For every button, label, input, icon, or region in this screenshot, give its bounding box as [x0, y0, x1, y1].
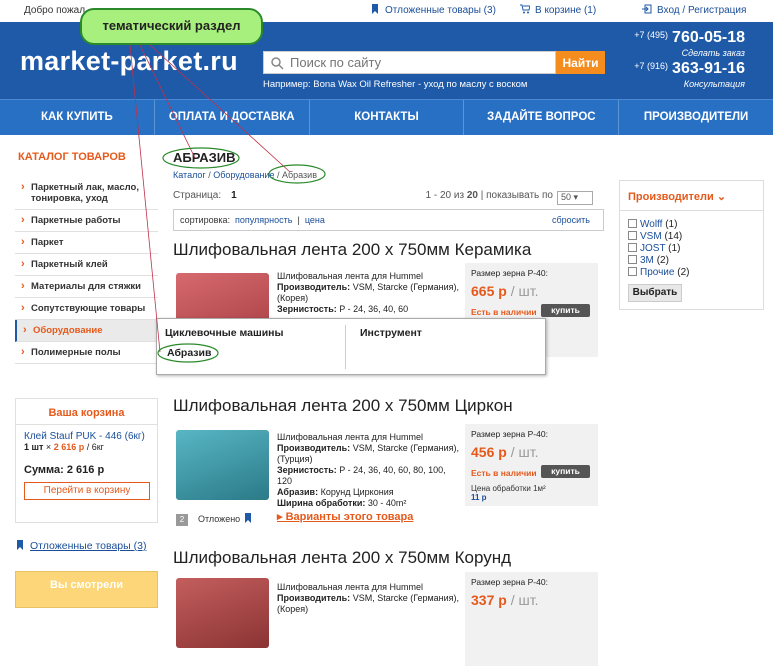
nav-manufacturers[interactable]: ПРОИЗВОДИТЕЛИ [619, 100, 773, 135]
checkbox[interactable] [628, 219, 637, 228]
sidebar-item-glue[interactable]: Паркетный клей [15, 254, 158, 276]
viewed-widget: Вы смотрели [15, 571, 158, 608]
per-page-select[interactable]: 50 ▾ [557, 191, 593, 205]
cart-icon [520, 4, 530, 14]
page-title: АБРАЗИВ [173, 150, 236, 165]
search-example: Например: Bona Wax Oil Refresher - уход … [263, 79, 528, 90]
cart-sum: Сумма: 2 616 р [24, 464, 105, 476]
checkbox[interactable] [628, 255, 637, 264]
cart-widget: Ваша корзина Клей Stauf PUK - 446 (6кг) … [15, 398, 158, 523]
apply-filter-button[interactable]: Выбрать [628, 284, 682, 302]
bookmark-icon [17, 540, 23, 550]
product-image[interactable] [176, 578, 269, 648]
filter-item-jost[interactable]: JOST (1) [628, 243, 763, 255]
search-icon [271, 57, 284, 70]
favorites-link[interactable]: Отложенные товары (3) [370, 4, 496, 16]
bookmark-icon [244, 513, 251, 523]
divider [345, 325, 346, 369]
sort-reset[interactable]: сбросить [552, 215, 590, 225]
filter-item-vsm[interactable]: VSM (14) [628, 231, 763, 243]
greeting-text: Добро пожал [24, 5, 86, 16]
breadcrumb-catalog[interactable]: Каталог [173, 170, 206, 180]
product-desc: Шлифовальная лента для Hummel Производит… [277, 582, 460, 614]
login-icon [642, 4, 652, 14]
sort-bar: сортировка: популярность | цена сбросить [173, 209, 604, 231]
product-card: Шлифовальная лента 200 х 750мм Циркон Шл… [173, 396, 604, 526]
sort-price[interactable]: цена [305, 215, 325, 225]
sidebar-item-parquet[interactable]: Паркет [15, 232, 158, 254]
sidebar-item-lacquer[interactable]: Паркетный лак, масло, тонировка, уход [15, 177, 158, 210]
breadcrumb-current: Абразив [281, 170, 317, 180]
equipment-dropdown: Циклевочные машины Инструмент Абразив [156, 318, 546, 375]
dropdown-item-abrasive[interactable]: Абразив [167, 347, 211, 359]
product-desc: Шлифовальная лента для Hummel Производит… [277, 432, 462, 523]
cart-title: Ваша корзина [16, 399, 157, 425]
phone-order: +7 (495) 760-05-18 Сделать заказ [634, 29, 745, 58]
manufacturer-filter-title[interactable]: Производители ⌄ [620, 181, 763, 211]
price-box: Размер зерна P-40: 456 р / шт. Есть в на… [465, 424, 598, 506]
cart-link[interactable]: В корзине (1) [520, 4, 596, 16]
cart-item-qty: 1 шт × 2 616 р / 6кг [24, 442, 104, 452]
checkbox[interactable] [628, 267, 637, 276]
filter-item-3m[interactable]: 3M (2) [628, 255, 763, 267]
page-number[interactable]: 1 [231, 190, 237, 201]
breadcrumb-equipment[interactable]: Оборудование [213, 170, 274, 180]
bookmark-icon [372, 4, 378, 14]
search-button[interactable]: Найти [556, 51, 605, 74]
chevron-down-icon: ⌄ [716, 191, 727, 203]
product-desc: Шлифовальная лента для Hummel Производит… [277, 271, 460, 314]
catalog-title: КАТАЛОГ ТОВАРОВ [18, 151, 126, 163]
product-title[interactable]: Шлифовальная лента 200 х 750мм Циркон [173, 396, 604, 420]
sidebar-item-screed[interactable]: Материалы для стяжки [15, 276, 158, 298]
sort-popularity[interactable]: популярность [235, 215, 292, 225]
breadcrumb: Каталог / Оборудование / Абразив [173, 170, 317, 180]
processing-price: Цена обработки 1м² 11 р [471, 484, 546, 502]
deferred-count: 2 [176, 514, 188, 526]
availability: Есть в наличии [471, 307, 537, 317]
availability: Есть в наличии [471, 468, 537, 478]
deferred-link[interactable]: Отложено [198, 514, 240, 524]
nav-payment-delivery[interactable]: ОПЛАТА И ДОСТАВКА [155, 100, 310, 135]
checkbox[interactable] [628, 243, 637, 252]
nav-ask-question[interactable]: ЗАДАЙТЕ ВОПРОС [464, 100, 620, 135]
product-title[interactable]: Шлифовальная лента 200 х 750мм Корунд [173, 548, 604, 572]
sidebar-favorites-link[interactable]: Отложенные товары (3) [15, 540, 146, 552]
filter-item-wolff[interactable]: Wolff (1) [628, 219, 763, 231]
phone-consult: +7 (916) 363-91-16 Консультация [634, 60, 745, 89]
catalog-sidebar: Паркетный лак, масло, тонировка, уход Па… [15, 177, 158, 364]
search-input[interactable] [290, 54, 550, 71]
nav-contacts[interactable]: КОНТАКТЫ [310, 100, 465, 135]
sidebar-item-related[interactable]: Сопутствующие товары [15, 298, 158, 320]
product-card: Шлифовальная лента 200 х 750мм Корунд Шл… [173, 548, 604, 666]
annotation-callout: тематический раздел [80, 8, 263, 45]
login-link[interactable]: Вход / Регистрация [642, 4, 746, 16]
sidebar-item-equipment[interactable]: Оборудование [15, 320, 158, 342]
price-box: Размер зерна P-40: 337 р / шт. [465, 572, 598, 666]
buy-button[interactable]: купить [541, 304, 590, 317]
nav-how-to-buy[interactable]: КАК КУПИТЬ [0, 100, 155, 135]
product-title[interactable]: Шлифовальная лента 200 х 750мм Керамика [173, 240, 604, 264]
product-card: Шлифовальная лента 200 х 750мм Керамика … [173, 240, 604, 357]
cart-item-link[interactable]: Клей Stauf PUK - 446 (6кг) [24, 431, 145, 442]
search-box[interactable] [263, 51, 556, 74]
sidebar-item-polymer[interactable]: Полимерные полы [15, 342, 158, 364]
checkbox[interactable] [628, 231, 637, 240]
dropdown-item-machines[interactable]: Циклевочные машины [165, 327, 284, 339]
filter-item-other[interactable]: Прочие (2) [628, 267, 763, 279]
manufacturer-filter: Производители ⌄ Wolff (1) VSM (14) JOST … [619, 180, 764, 310]
go-to-cart-button[interactable]: Перейти в корзину [24, 482, 150, 500]
main-nav: КАК КУПИТЬ ОПЛАТА И ДОСТАВКА КОНТАКТЫ ЗА… [0, 99, 773, 135]
logo[interactable]: market-parket.ru [20, 46, 238, 77]
product-footer: 2 Отложено [176, 513, 258, 526]
buy-button[interactable]: купить [541, 465, 590, 478]
variants-link[interactable]: ▸ Варианты этого товара [277, 512, 462, 523]
product-image[interactable] [176, 430, 269, 500]
sidebar-item-works[interactable]: Паркетные работы [15, 210, 158, 232]
example-link[interactable]: Bona Wax Oil Refresher - уход по маслу с… [313, 79, 527, 90]
dropdown-item-tools[interactable]: Инструмент [360, 327, 422, 339]
